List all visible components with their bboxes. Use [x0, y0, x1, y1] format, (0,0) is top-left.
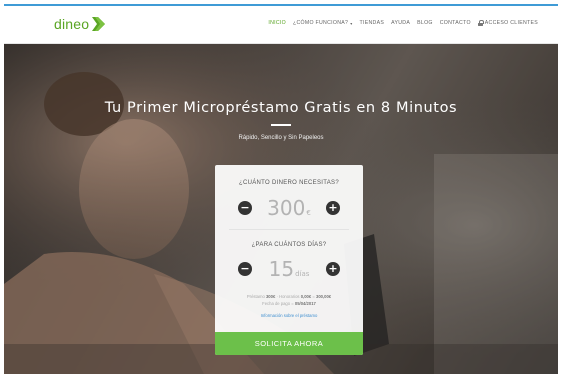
payment-date-line: Fecha de pago = 05/04/2017 [215, 301, 363, 306]
loan-label: Préstamo [246, 294, 265, 299]
card-divider [229, 229, 349, 230]
hero-title: Tu Primer Micropréstamo Gratis en 8 Minu… [104, 100, 458, 116]
payment-date-value: 05/04/2017 [294, 301, 316, 306]
loan-calculator-card: ¿CUÁNTO DINERO NECESITAS? − 300€ + ¿PARA… [215, 165, 363, 355]
nav-item-acceso-clientes[interactable]: ACCESO CLIENTES [477, 20, 538, 26]
apply-now-button[interactable]: SOLICITA AHORA [215, 332, 363, 355]
chevron-down-icon: ▾ [350, 20, 353, 26]
main-nav: INICIO ¿CÓMO FUNCIONA? ▾ TIENDAS AYUDA B… [268, 20, 538, 26]
days-display: 15días [245, 257, 333, 281]
site-header: dineo INICIO ¿CÓMO FUNCIONA? ▾ TIENDAS A… [4, 6, 558, 44]
amount-question: ¿CUÁNTO DINERO NECESITAS? [239, 180, 339, 186]
days-question: ¿PARA CUÁNTOS DÍAS? [251, 242, 327, 248]
days-stepper: − 15días + [215, 257, 363, 281]
payment-date-label: Fecha de pago [262, 301, 291, 306]
logo-text: dineo [54, 16, 90, 32]
loan-info-link[interactable]: Información sobre el préstamo [215, 313, 363, 318]
amount-value: 300 [267, 196, 306, 220]
summary-separator: · [276, 294, 278, 299]
amount-display: 300€ [245, 196, 333, 220]
fees-label: Honorarios [279, 294, 300, 299]
dineo-logo[interactable]: dineo [54, 16, 106, 32]
plus-icon: + [328, 262, 338, 275]
hero-section: Tu Primer Micropréstamo Gratis en 8 Minu… [4, 44, 558, 374]
days-value: 15 [268, 257, 295, 281]
increase-days-button[interactable]: + [326, 262, 340, 276]
loan-value: 300€ [265, 294, 276, 299]
nav-item-como-funciona[interactable]: ¿CÓMO FUNCIONA? ▾ [293, 20, 353, 26]
amount-unit: € [306, 209, 311, 217]
hero-divider [271, 124, 291, 126]
nav-item-contacto[interactable]: CONTACTO [440, 20, 471, 26]
nav-item-label: ACCESO CLIENTES [484, 20, 538, 26]
amount-stepper: − 300€ + [215, 196, 363, 220]
days-unit: días [295, 270, 310, 278]
plus-icon: + [328, 201, 338, 214]
summary-separator: = [291, 301, 294, 306]
increase-amount-button[interactable]: + [326, 201, 340, 215]
lock-icon [477, 20, 484, 26]
nav-item-inicio[interactable]: INICIO [268, 20, 286, 26]
fees-value: 0,00€ [300, 294, 312, 299]
nav-item-tiendas[interactable]: TIENDAS [360, 20, 385, 26]
logo-arrow-icon [92, 17, 106, 31]
nav-item-ayuda[interactable]: AYUDA [391, 20, 410, 26]
nav-item-blog[interactable]: BLOG [417, 20, 433, 26]
summary-separator: = [312, 294, 315, 299]
page: dineo INICIO ¿CÓMO FUNCIONA? ▾ TIENDAS A… [4, 4, 558, 374]
hero-subtitle: Rápido, Sencillo y Sin Papeleos [238, 135, 324, 141]
total-value: 300,00€ [315, 294, 332, 299]
loan-summary-line: Préstamo 300€ · Honorarios 0,00€ = 300,0… [215, 294, 363, 299]
nav-item-label: ¿CÓMO FUNCIONA? [292, 20, 349, 26]
